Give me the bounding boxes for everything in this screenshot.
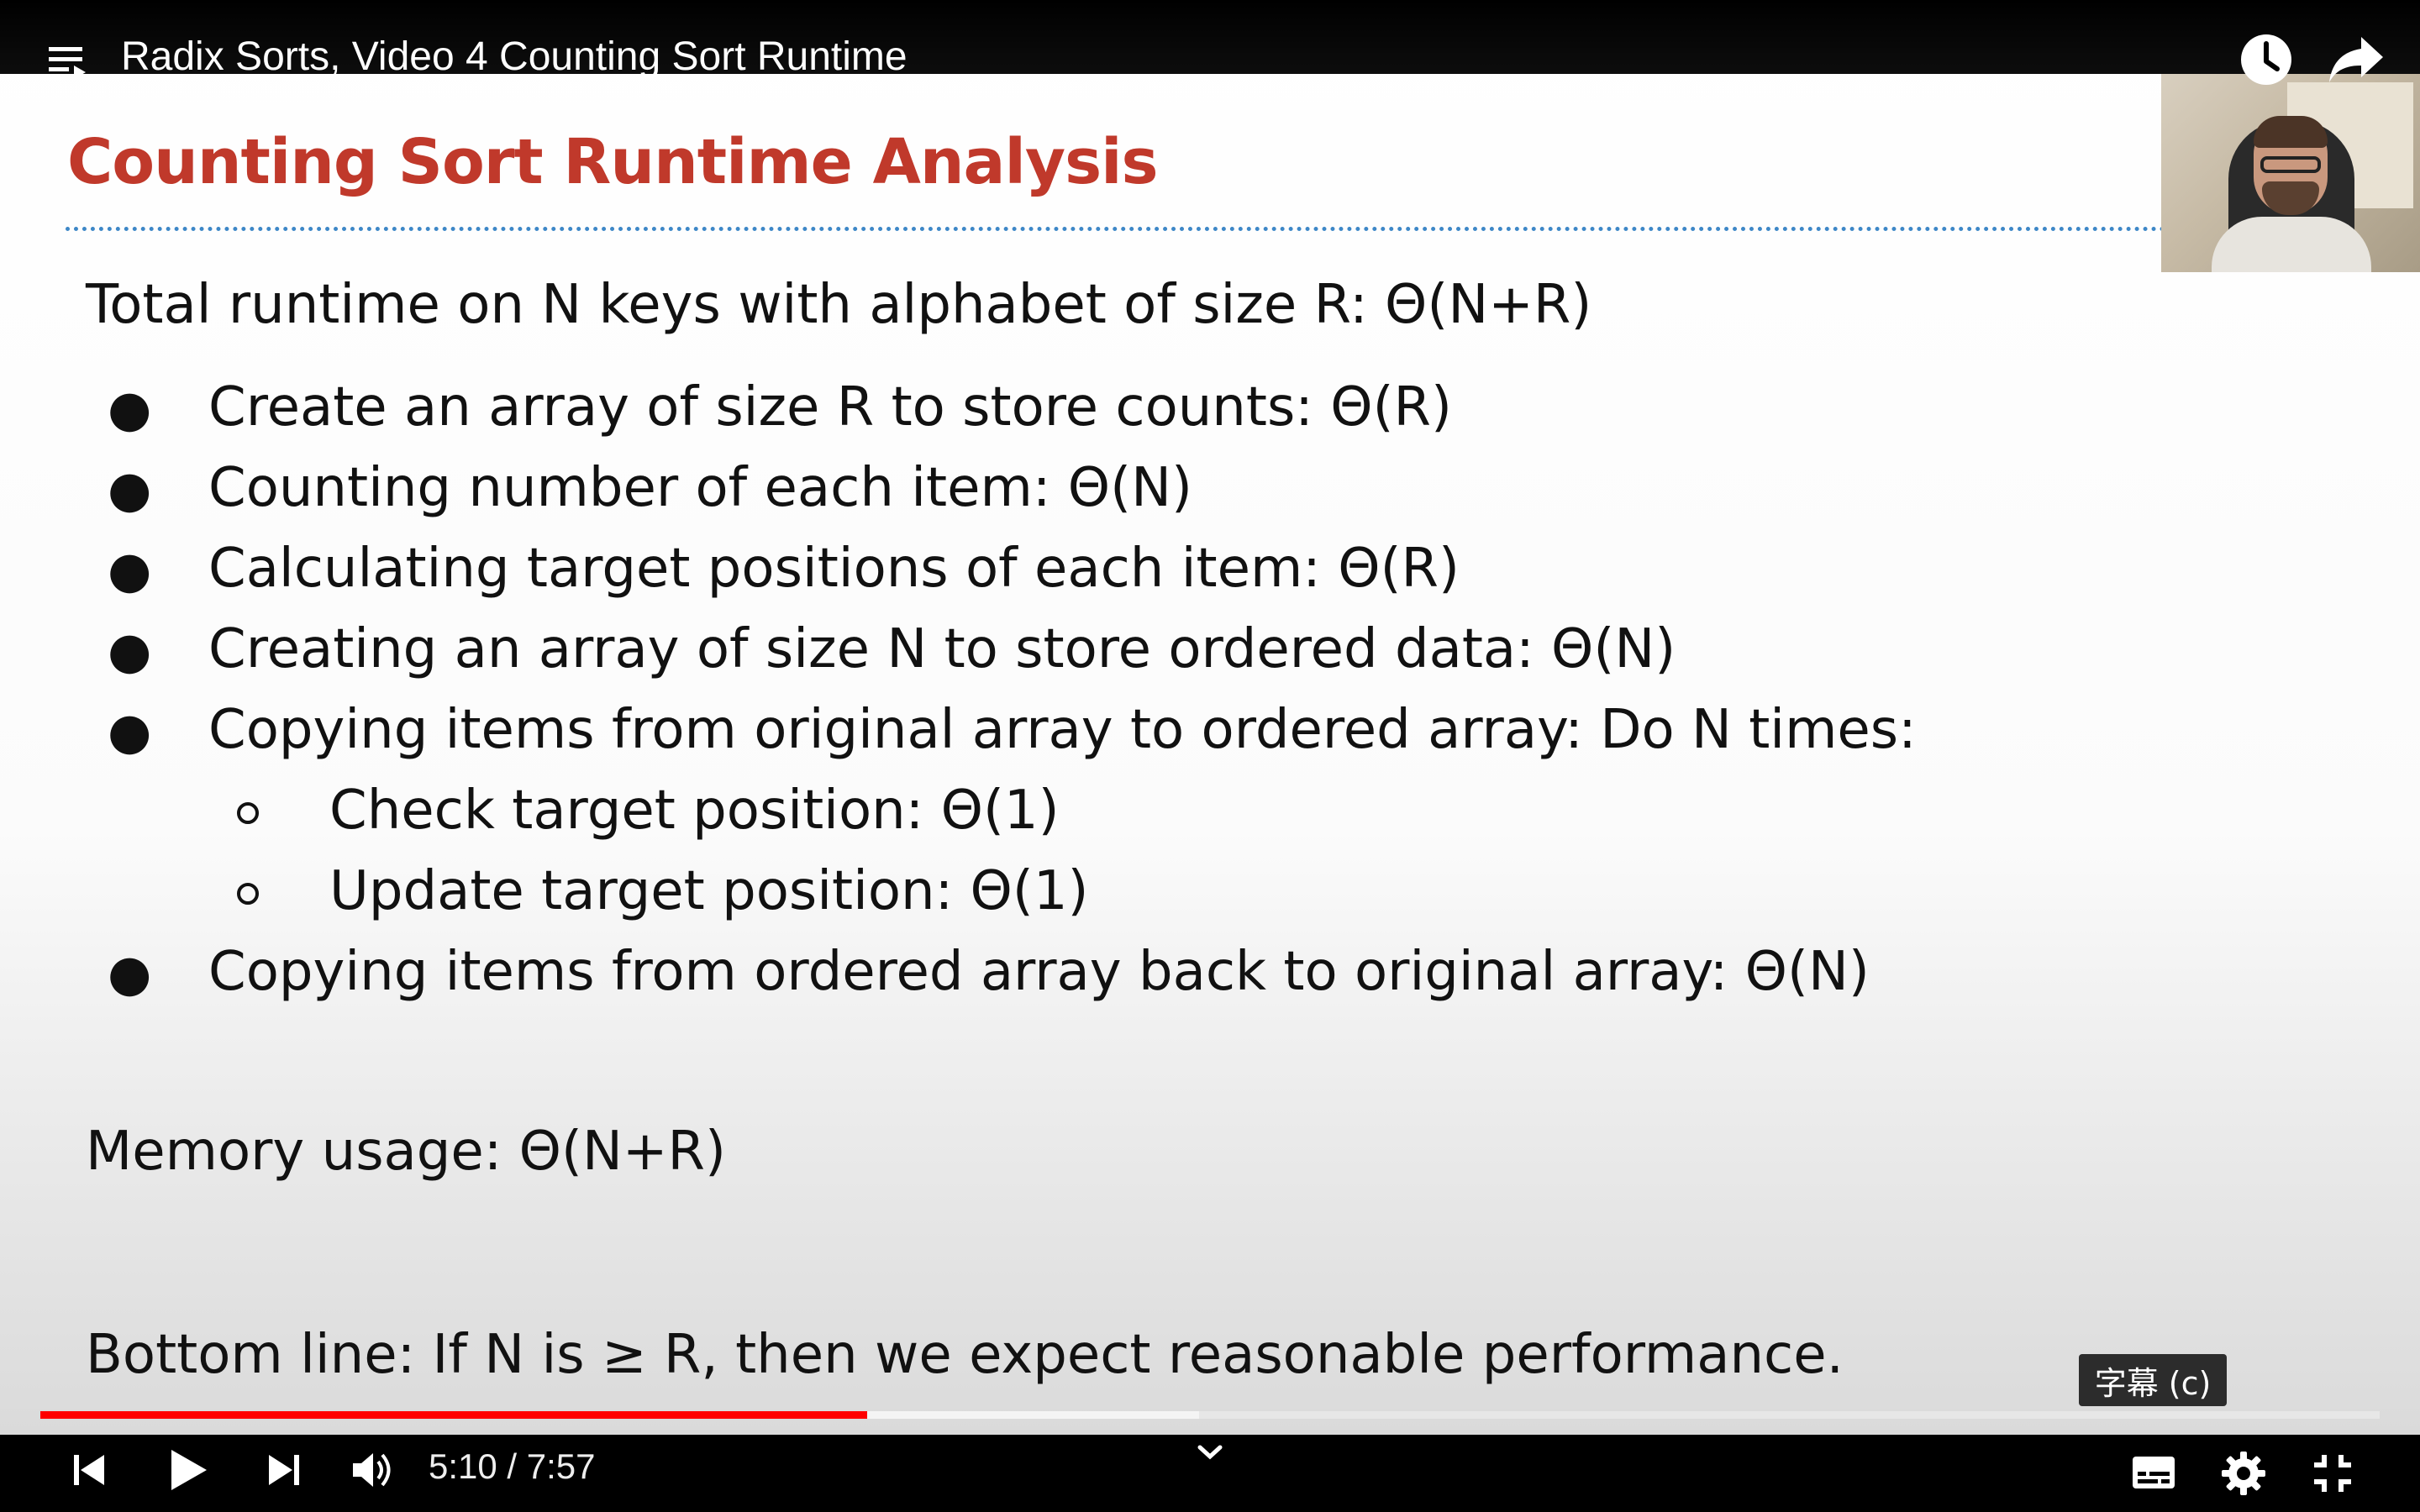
bullet-item: Copying items from original array to ord… <box>208 699 1917 761</box>
exit-fullscreen-icon[interactable] <box>2312 1453 2353 1498</box>
time-display: 5:10 / 7:57 <box>429 1446 596 1486</box>
slide-title: Counting Sort Runtime Analysis <box>67 126 1159 198</box>
bottom-line: Bottom line: If N is ≥ R, then we expect… <box>86 1324 1844 1386</box>
bullet-dot: ● <box>108 702 152 761</box>
sub-bullet-circle <box>237 802 259 824</box>
bullet-dot: ● <box>108 622 152 680</box>
gear-icon[interactable] <box>2222 1452 2265 1499</box>
skip-next-icon[interactable] <box>266 1452 302 1493</box>
sub-bullet-item: Update target position: Θ(1) <box>329 860 1089 922</box>
bullet-dot: ● <box>108 944 152 1003</box>
play-icon[interactable] <box>168 1448 208 1496</box>
playlist-icon[interactable] <box>47 44 89 90</box>
top-overlay-bar: Radix Sorts, Video 4 Counting Sort Runti… <box>0 0 2420 85</box>
video-frame[interactable]: Counting Sort Runtime Analysis Total run… <box>0 0 2420 1512</box>
bullet-item: Creating an array of size N to store ord… <box>208 618 1676 680</box>
volume-icon[interactable] <box>351 1450 395 1494</box>
bullet-item: Create an array of size R to store count… <box>208 376 1452 438</box>
bullet-dot: ● <box>108 380 152 438</box>
captions-tooltip: 字幕 (c) <box>2079 1354 2227 1406</box>
bullet-dot: ● <box>108 541 152 600</box>
video-title[interactable]: Radix Sorts, Video 4 Counting Sort Runti… <box>121 34 908 80</box>
bullet-dot: ● <box>108 460 152 519</box>
total-runtime-line: Total runtime on N keys with alphabet of… <box>86 274 1592 336</box>
subtitles-icon[interactable] <box>2131 1455 2176 1494</box>
title-divider <box>66 227 2166 231</box>
memory-usage-line: Memory usage: Θ(N+R) <box>86 1121 726 1183</box>
progress-bar[interactable] <box>40 1411 2380 1419</box>
skip-previous-icon[interactable] <box>71 1452 108 1493</box>
presenter-webcam <box>2161 74 2420 272</box>
clock-icon[interactable] <box>2238 32 2294 92</box>
bullet-item: Copying items from ordered array back to… <box>208 941 1870 1003</box>
sub-bullet-circle <box>237 883 259 905</box>
sub-bullet-item: Check target position: Θ(1) <box>329 780 1060 842</box>
progress-played <box>40 1411 868 1419</box>
bullet-item: Counting number of each item: Θ(N) <box>208 457 1192 519</box>
bullet-item: Calculating target positions of each ite… <box>208 538 1460 600</box>
chevron-down-icon[interactable] <box>1197 1443 1223 1466</box>
share-arrow-icon[interactable] <box>2328 35 2385 88</box>
